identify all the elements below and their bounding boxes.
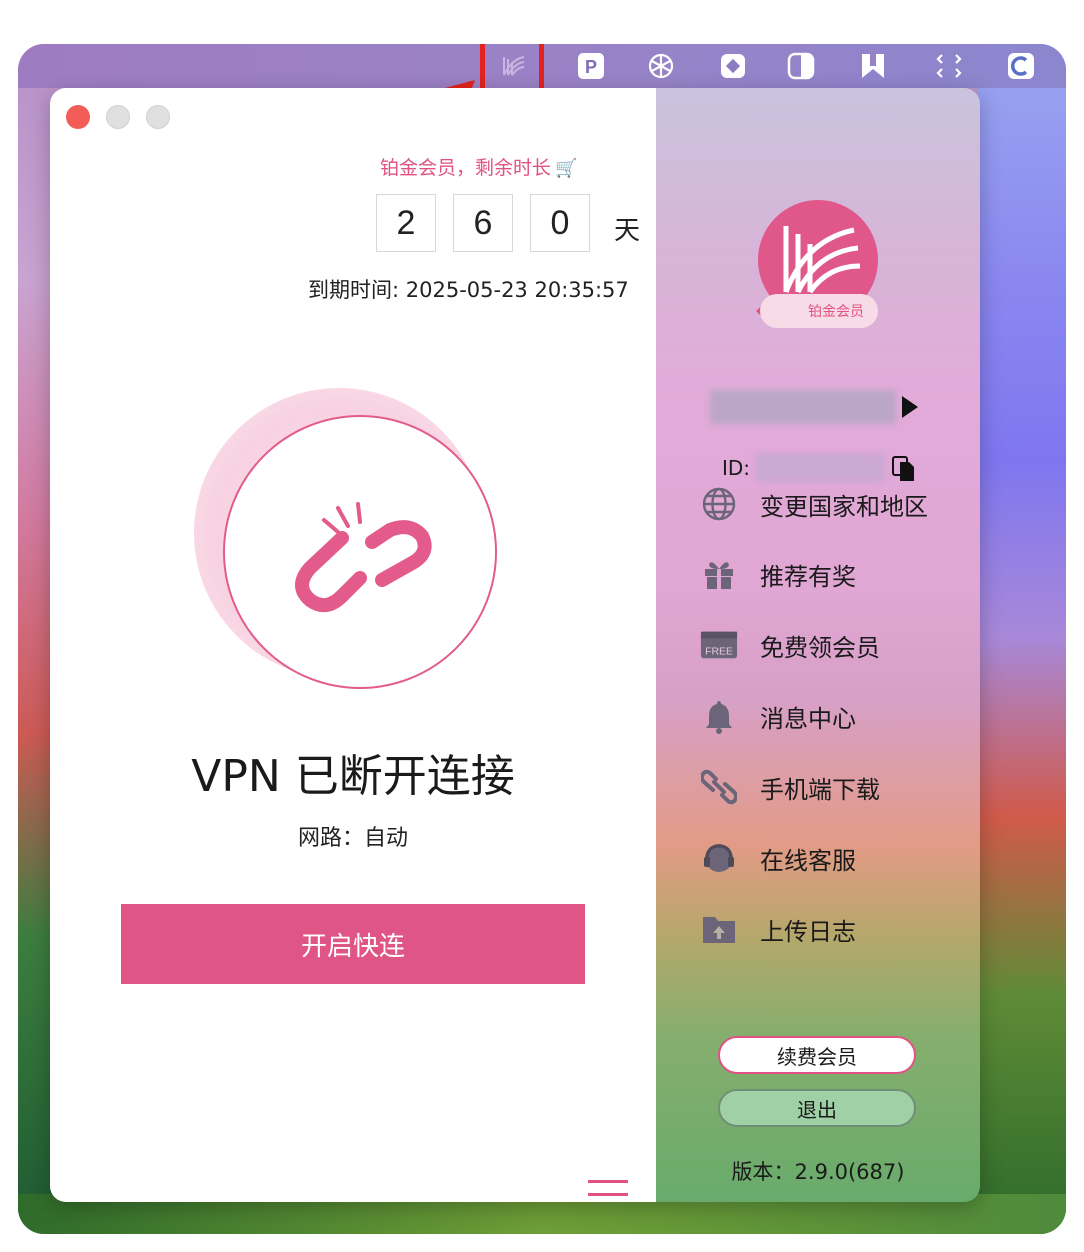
puzzle-app-icon[interactable] [714, 47, 752, 85]
menu-item-referral[interactable]: 推荐有奖 [700, 552, 856, 596]
expand-arrow-icon[interactable] [902, 396, 918, 418]
cart-icon[interactable]: 🛒 [555, 158, 577, 179]
p-app-icon[interactable]: P [572, 47, 610, 85]
hamburger-menu-icon[interactable] [588, 1180, 628, 1202]
remaining-digit: 6 [453, 194, 513, 252]
close-window-button[interactable] [66, 105, 90, 129]
menu-bar: P [18, 44, 1066, 94]
menu-item-label: 上传日志 [760, 917, 856, 946]
minimize-window-button[interactable] [106, 105, 130, 129]
svg-text:P: P [585, 57, 597, 77]
menu-item-mobile-download[interactable]: 手机端下载 [700, 765, 880, 809]
membership-badge: 铂金会员 [760, 294, 878, 328]
wallpaper-right [978, 44, 1066, 1234]
remaining-unit: 天 [614, 216, 641, 246]
broken-link-icon [295, 502, 432, 613]
folder-upload-icon [700, 910, 738, 948]
renew-membership-button[interactable]: 续费会员 [718, 1036, 916, 1074]
free-icon-text: FREE [705, 647, 733, 658]
gift-icon [700, 555, 738, 593]
user-id-label: ID: [722, 456, 751, 480]
menu-item-label: 消息中心 [760, 704, 856, 733]
side-panel: 铂金会员 ID: 变更国家和地区 推荐有奖 FREE 免费领会员 消息中心 手机… [656, 88, 980, 1202]
headset-icon [700, 839, 738, 877]
user-id-redacted [756, 454, 884, 482]
main-panel: 铂金会员，剩余时长 🛒 2 6 0 天 到期时间: 2025-05-23 20:3… [50, 88, 656, 1202]
membership-notice-text: 铂金会员，剩余时长 [380, 157, 552, 179]
bell-icon [700, 697, 738, 735]
remaining-digit: 0 [530, 194, 590, 252]
menu-item-free-membership[interactable]: FREE 免费领会员 [700, 623, 880, 667]
bookmark-app-icon[interactable] [854, 47, 892, 85]
free-ticket-icon: FREE [700, 626, 738, 664]
username-redacted [710, 390, 896, 424]
logout-button[interactable]: 退出 [718, 1089, 916, 1127]
copy-icon[interactable] [892, 456, 916, 482]
globe-icon [700, 485, 738, 523]
cleanup-app-icon[interactable] [1002, 47, 1040, 85]
vpn-window: 铂金会员，剩余时长 🛒 2 6 0 天 到期时间: 2025-05-23 20:3… [50, 88, 980, 1202]
quick-connect-button[interactable]: 开启快连 [121, 904, 585, 984]
menu-item-messages[interactable]: 消息中心 [700, 694, 856, 738]
menu-item-label: 推荐有奖 [760, 562, 856, 591]
expiry-time: 到期时间: 2025-05-23 20:35:57 [308, 278, 629, 302]
version-label: 版本：2.9.0(687) [731, 1160, 905, 1184]
menu-item-label: 变更国家和地区 [760, 492, 928, 521]
remaining-digit: 2 [376, 194, 436, 252]
menu-item-label: 手机端下载 [760, 775, 880, 804]
menu-item-customer-service[interactable]: 在线客服 [700, 836, 856, 880]
expand-icon[interactable] [930, 47, 968, 85]
membership-notice: 铂金会员，剩余时长 🛒 [380, 153, 577, 180]
menu-item-label: 在线客服 [760, 846, 856, 875]
route-info: 网路：自动 [297, 826, 408, 851]
contrast-icon[interactable] [782, 47, 820, 85]
menu-item-change-region[interactable]: 变更国家和地区 [700, 482, 928, 526]
connection-status: VPN 已断开连接 [191, 751, 515, 802]
menu-item-label: 免费领会员 [760, 633, 880, 662]
menu-item-upload-logs[interactable]: 上传日志 [700, 907, 856, 951]
openai-icon[interactable] [642, 47, 680, 85]
link-icon [700, 768, 738, 806]
zoom-window-button[interactable] [146, 105, 170, 129]
